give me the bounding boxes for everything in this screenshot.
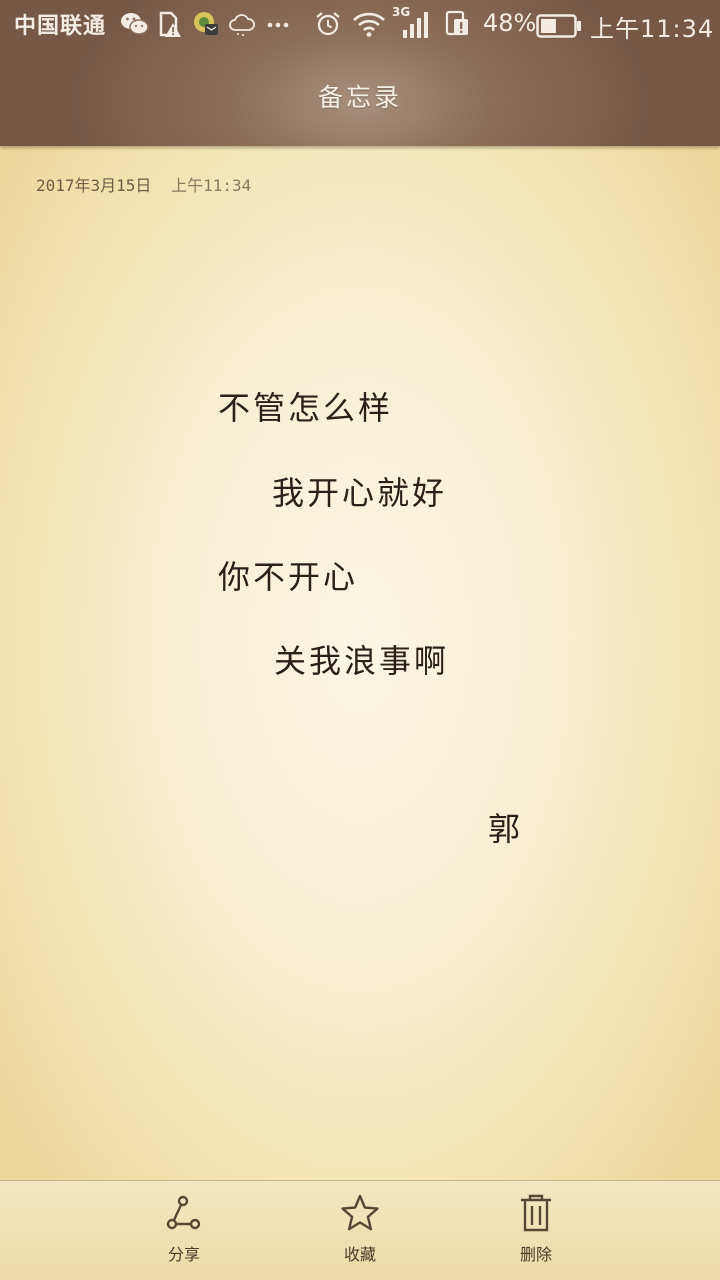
battery-icon [536,14,581,38]
favorite-label: 收藏 [343,1245,376,1264]
alarm-icon [316,12,340,36]
memo-screen: 中国联通 3G 48% 上午11:34 备忘录 2017年3月15日 上午11:… [0,0,720,1280]
star-icon [341,1194,379,1231]
trash-icon [521,1194,551,1232]
page-title: 备忘录 [317,83,402,112]
favorite-button[interactable]: 收藏 [300,1193,420,1273]
note-line-1: 不管怎么样 [218,389,394,427]
share-button[interactable]: 分享 [124,1193,244,1273]
note-signature: 郭 [488,810,524,848]
more-dots-icon [267,22,289,28]
status-bar: 中国联通 3G 48% 上午11:34 [0,0,720,48]
note-line-2: 我开心就好 [272,474,448,512]
carrier-label: 中国联通 [14,14,107,39]
share-label: 分享 [167,1245,200,1264]
signal-icon: 3G [392,5,428,38]
note-line-4: 关我浪事啊 [274,642,450,680]
wifi-icon [353,12,385,37]
note-line-3: 你不开心 [218,558,359,596]
data-alert-icon [445,10,468,36]
share-icon [166,1195,201,1230]
note-time: 上午11:34 [171,176,252,195]
bottom-toolbar: 分享 收藏 删除 [0,1180,720,1280]
note-timestamp: 2017年3月15日 上午11:34 [36,172,261,196]
status-clock: 上午11:34 [590,15,715,43]
battery-percent: 48% [483,9,537,37]
app-notification-icon [194,12,218,35]
delete-button[interactable]: 删除 [476,1193,596,1273]
sim-warning-icon [159,11,181,37]
note-date: 2017年3月15日 [36,176,152,195]
wechat-icon [121,13,149,35]
cloud-icon [229,14,255,36]
header: 中国联通 3G 48% 上午11:34 备忘录 [0,0,720,146]
delete-label: 删除 [519,1245,552,1264]
svg-text:3G: 3G [392,5,410,19]
